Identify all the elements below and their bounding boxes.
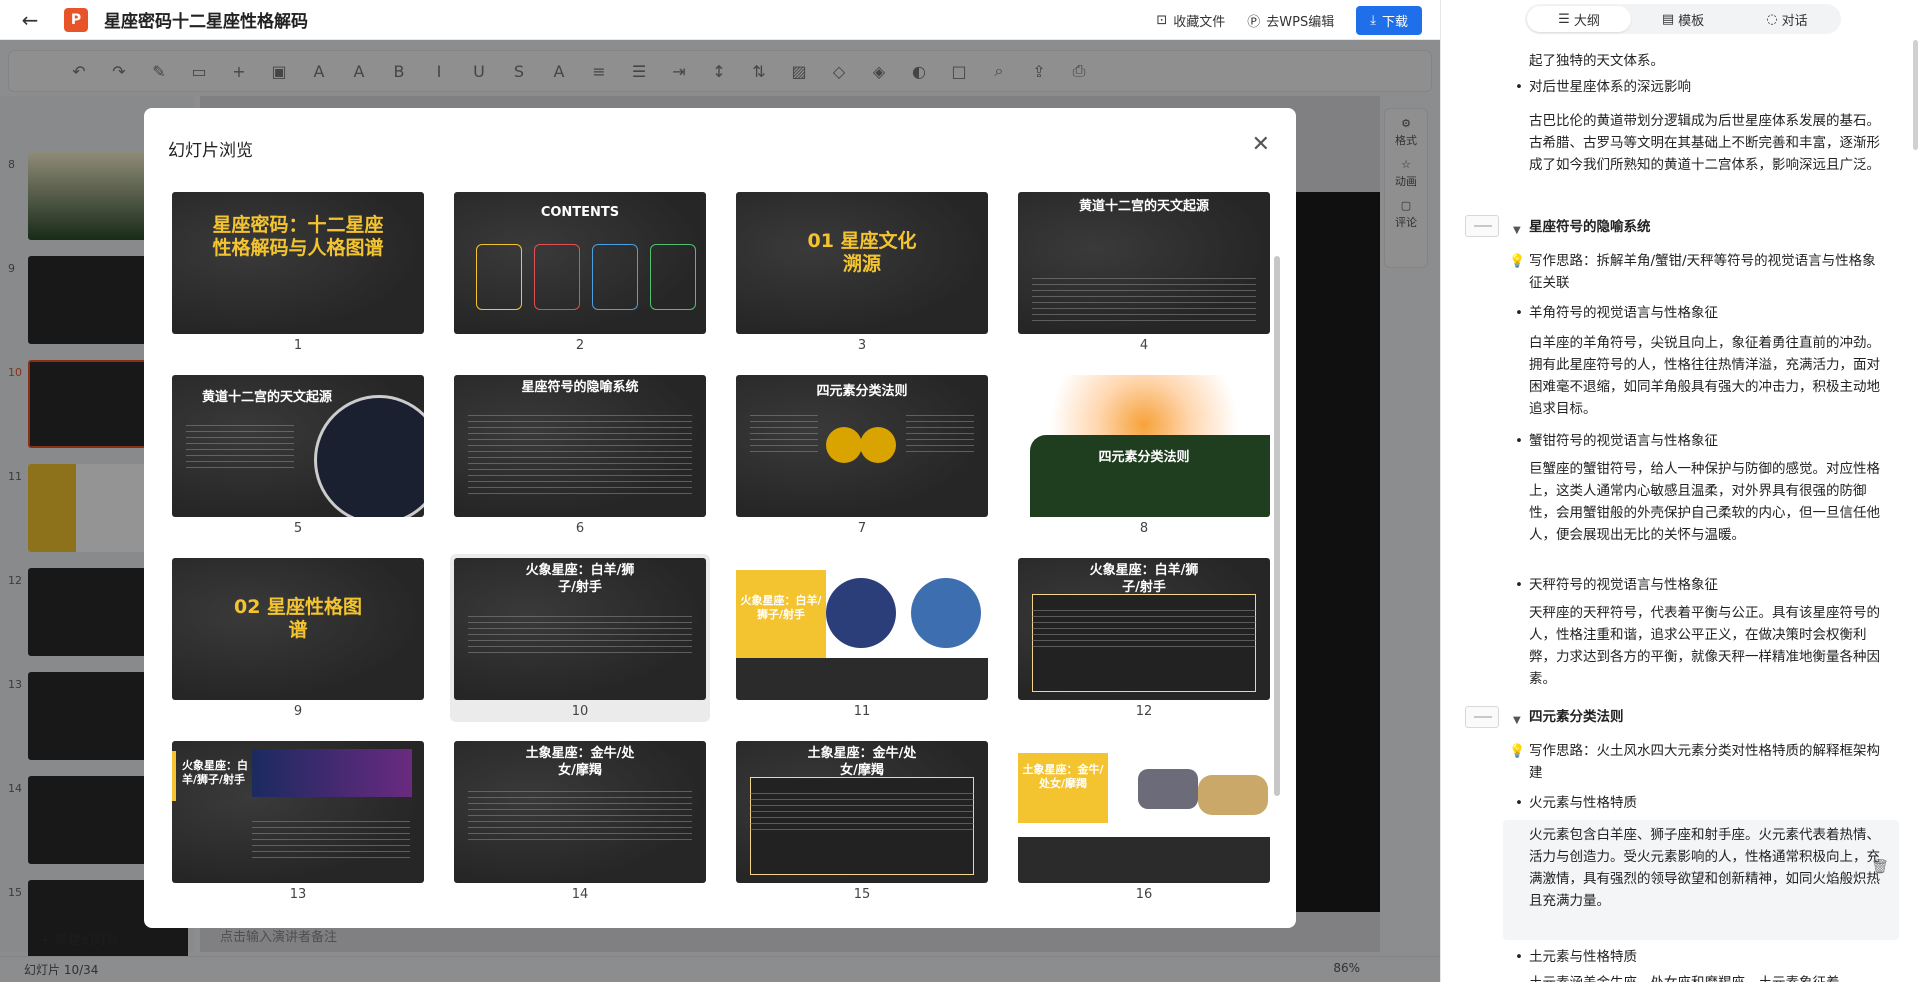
outline-paragraph[interactable]: 白羊座的羊角符号，尖锐且向上，象征着勇往直前的冲劲。拥有此星座符号的人，性格往往…	[1529, 332, 1883, 420]
slide-card[interactable]: 火象星座：白羊/狮子/射手 11	[732, 554, 992, 722]
outline-bullet[interactable]: 土元素与性格特质	[1515, 946, 1883, 968]
slide-card[interactable]: 黄道十二宫的天文起源 4	[1014, 188, 1270, 356]
top-bar: ← P 星座密码十二星座性格解码 ⊡ 收藏文件 Ⓟ 去WPS编辑 ⤓ 下载	[0, 0, 1440, 40]
outline-bullet[interactable]: 火元素与性格特质	[1515, 792, 1883, 814]
wps-edit-button[interactable]: Ⓟ 去WPS编辑	[1247, 11, 1334, 30]
slide-card-current[interactable]: 火象星座：白羊/狮子/射手 10	[450, 554, 710, 722]
list-icon: ☰	[1558, 11, 1570, 27]
slide-card[interactable]: 01 星座文化溯源 3	[732, 188, 992, 356]
document-title: 星座密码十二星座性格解码	[104, 12, 308, 32]
collapse-triangle-icon[interactable]: ▼	[1513, 710, 1521, 732]
close-icon[interactable]: ✕	[1252, 132, 1270, 157]
outline-bullet[interactable]: 对后世星座体系的深远影响	[1515, 76, 1883, 98]
slide-card[interactable]: 土象星座：金牛/处女/摩羯 15	[732, 737, 992, 905]
outline-bullet[interactable]: 羊角符号的视觉语言与性格象征	[1515, 302, 1883, 324]
collapse-triangle-icon[interactable]: ▼	[1513, 220, 1521, 242]
lightbulb-icon: 💡	[1509, 744, 1526, 759]
tab-chat[interactable]: ◌ 对话	[1735, 6, 1839, 32]
outline-writing-idea[interactable]: 写作思路：火土风水四大元素分类对性格特质的解释框架构建	[1529, 740, 1883, 784]
slide-card[interactable]: 火象星座：白羊/狮子/射手 13	[168, 737, 428, 905]
chat-icon: ◌	[1766, 11, 1778, 27]
tab-outline[interactable]: ☰ 大纲	[1527, 6, 1631, 32]
outline-writing-idea[interactable]: 写作思路：拆解羊角/蟹钳/天秤等符号的视觉语言与性格象征关联	[1529, 250, 1883, 294]
outline-paragraph[interactable]: 火元素包含白羊座、狮子座和射手座。火元素代表着热情、活力与创造力。受火元素影响的…	[1529, 824, 1883, 912]
outline-content: 起了独特的天文体系。 对后世星座体系的深远影响 古巴比伦的黄道带划分逻辑成为后世…	[1441, 48, 1911, 982]
slide-card[interactable]: 星座密码：十二星座性格解码与人格图谱 1	[168, 188, 428, 356]
slide-card[interactable]: 火象星座：白羊/狮子/射手 12	[1014, 554, 1270, 722]
bookmark-icon: ⊡	[1156, 13, 1168, 28]
outline-panel: ☰大纲 ▤模板 ◌对话 起了独特的天文体系。 对后世星座体系的深远影响 古巴比伦…	[1440, 0, 1920, 982]
section-thumbnail[interactable]	[1465, 706, 1499, 728]
tab-template[interactable]: ▤ 模板	[1631, 6, 1735, 32]
wps-icon: Ⓟ	[1247, 15, 1261, 30]
slide-card[interactable]: 土象星座：金牛/处女/摩羯 16	[1014, 737, 1270, 905]
modal-title: 幻灯片浏览	[168, 141, 253, 161]
outline-paragraph[interactable]: 天秤座的天秤符号，代表着平衡与公正。具有该星座符号的人，性格注重和谐，追求公平正…	[1529, 602, 1883, 690]
app-logo: P	[64, 7, 88, 32]
slide-card[interactable]: 黄道十二宫的天文起源 5	[168, 371, 428, 539]
slide-card[interactable]: 星座符号的隐喻系统 6	[450, 371, 710, 539]
outline-section-title[interactable]: 四元素分类法则	[1529, 706, 1883, 728]
outline-paragraph[interactable]: 巨蟹座的蟹钳符号，给人一种保护与防御的感觉。对应性格上，这类人通常内心敏感且温柔…	[1529, 458, 1883, 546]
download-button[interactable]: ⤓ 下载	[1356, 6, 1422, 35]
trash-icon[interactable]: 🗑	[1871, 856, 1889, 878]
slide-card[interactable]: CONTENTS 2	[450, 188, 710, 356]
outline-paragraph[interactable]: 土元素涵盖金牛座、处女座和摩羯座。土元素象征着	[1529, 972, 1883, 982]
back-arrow-icon[interactable]: ←	[16, 6, 44, 34]
outline-text[interactable]: 起了独特的天文体系。	[1529, 50, 1883, 72]
download-icon: ⤓	[1370, 13, 1376, 28]
slide-card[interactable]: 02 星座性格图谱 9	[168, 554, 428, 722]
slide-card[interactable]: 四元素分类法则 7	[732, 371, 992, 539]
slide-card[interactable]: 土象星座：金牛/处女/摩羯 14	[450, 737, 710, 905]
slide-browser-modal: 幻灯片浏览 ✕ 星座密码：十二星座性格解码与人格图谱 1 CONTENTS 2 …	[144, 108, 1296, 928]
outline-section-title[interactable]: 星座符号的隐喻系统	[1529, 216, 1883, 238]
modal-scrollbar[interactable]	[1274, 256, 1280, 796]
lightbulb-icon: 💡	[1509, 254, 1526, 269]
collect-file-button[interactable]: ⊡ 收藏文件	[1156, 11, 1225, 30]
section-thumbnail[interactable]	[1465, 215, 1499, 237]
slide-grid: 星座密码：十二星座性格解码与人格图谱 1 CONTENTS 2 01 星座文化溯…	[168, 188, 1270, 912]
slide-card[interactable]: 四元素分类法则 8	[1014, 371, 1270, 539]
outline-scrollbar[interactable]	[1913, 40, 1918, 150]
panel-tabs: ☰ 大纲 ▤ 模板 ◌ 对话	[1525, 4, 1841, 34]
outline-bullet[interactable]: 天秤符号的视觉语言与性格象征	[1515, 574, 1883, 596]
template-icon: ▤	[1661, 11, 1675, 27]
outline-paragraph[interactable]: 古巴比伦的黄道带划分逻辑成为后世星座体系发展的基石。古希腊、古罗马等文明在其基础…	[1529, 110, 1883, 176]
outline-bullet[interactable]: 蟹钳符号的视觉语言与性格象征	[1515, 430, 1883, 452]
